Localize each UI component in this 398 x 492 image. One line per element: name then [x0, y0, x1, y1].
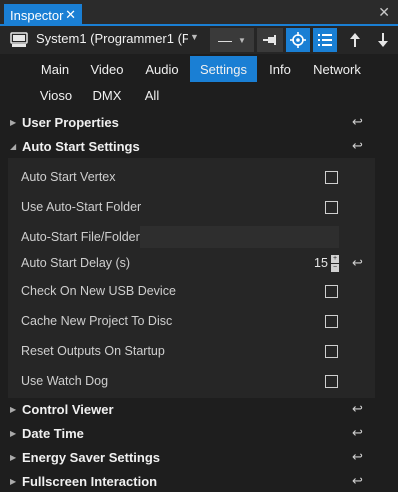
expand-icon: ▶ — [10, 428, 17, 438]
check-usb-checkbox[interactable] — [325, 285, 338, 298]
tab-vioso[interactable]: Vioso — [28, 82, 84, 108]
row-auto-start-vertex: Auto Start Vertex — [0, 166, 380, 190]
tab-all[interactable]: All — [132, 82, 172, 108]
section-title: User Properties — [22, 114, 119, 130]
inspector-tab-label: Inspector — [10, 7, 64, 23]
section-date-time[interactable]: ▶ Date Time ↩ — [0, 421, 380, 445]
settings-panel: ▶ User Properties ↩ ◢ Auto Start Setting… — [0, 110, 398, 492]
tab-network[interactable]: Network — [306, 56, 368, 82]
collapse-icon: ◢ — [10, 141, 17, 151]
section-title: Energy Saver Settings — [22, 449, 160, 465]
reset-icon[interactable]: ↩ — [352, 425, 363, 441]
tab-dmx[interactable]: DMX — [84, 82, 130, 108]
auto-start-file-input[interactable] — [140, 226, 339, 248]
row-use-auto-start-folder: Use Auto-Start Folder — [0, 196, 380, 220]
list-icon — [318, 34, 332, 46]
locate-button[interactable] — [286, 28, 310, 52]
move-up-button[interactable] — [344, 28, 366, 52]
field-label: Auto Start Vertex — [21, 170, 116, 184]
row-watch-dog: Use Watch Dog — [0, 370, 380, 394]
device-dropdown-icon[interactable]: ▼ — [190, 32, 199, 42]
field-label: Use Watch Dog — [21, 374, 109, 388]
minus-label: — — [218, 32, 233, 48]
expand-icon: ▶ — [10, 404, 17, 414]
expand-icon: ▶ — [10, 452, 17, 462]
tab-video[interactable]: Video — [82, 56, 132, 82]
row-check-usb: Check On New USB Device — [0, 280, 380, 304]
toolbar: System1 (Programmer1 (PM ▼ — ▼ — [0, 26, 398, 54]
row-reset-outputs: Reset Outputs On Startup — [0, 340, 380, 364]
stepper-up-icon[interactable]: + — [331, 255, 339, 263]
section-title: Control Viewer — [22, 401, 114, 417]
field-label: Use Auto-Start Folder — [21, 200, 142, 214]
section-title: Date Time — [22, 425, 84, 441]
remove-button[interactable]: — ▼ — [210, 28, 254, 52]
title-bar: Inspector ✕ ✕ — [0, 0, 398, 26]
computer-icon — [10, 32, 28, 47]
arrow-up-icon — [350, 33, 360, 47]
stepper-down-icon[interactable]: − — [331, 264, 339, 272]
section-title: Fullscreen Interaction — [22, 473, 158, 489]
pin-icon — [263, 35, 276, 45]
watch-dog-checkbox[interactable] — [325, 375, 338, 388]
field-label: Check On New USB Device — [21, 284, 176, 298]
chevron-down-icon: ▼ — [238, 35, 246, 45]
delay-stepper[interactable]: + − — [331, 255, 339, 272]
tab-audio[interactable]: Audio — [136, 56, 188, 82]
field-label: Auto Start Delay (s) — [21, 256, 131, 270]
field-label: Auto-Start File/Folder — [21, 230, 140, 244]
tab-main[interactable]: Main — [28, 56, 82, 82]
reset-icon[interactable]: ↩ — [352, 255, 363, 271]
inspector-tab[interactable]: Inspector ✕ — [4, 4, 82, 26]
reset-icon[interactable]: ↩ — [352, 401, 363, 417]
expand-icon: ▶ — [10, 117, 17, 127]
list-view-button[interactable] — [313, 28, 337, 52]
move-down-button[interactable] — [372, 28, 394, 52]
auto-start-delay-value[interactable]: 15 — [314, 256, 328, 270]
section-user-properties[interactable]: ▶ User Properties ↩ — [0, 110, 380, 134]
section-fullscreen[interactable]: ▶ Fullscreen Interaction ↩ — [0, 469, 380, 492]
device-selector[interactable]: System1 (Programmer1 (PM — [36, 31, 188, 46]
tab-info[interactable]: Info — [259, 56, 301, 82]
section-control-viewer[interactable]: ▶ Control Viewer ↩ — [0, 397, 380, 421]
section-energy-saver[interactable]: ▶ Energy Saver Settings ↩ — [0, 445, 380, 469]
arrow-down-icon — [378, 33, 388, 47]
row-cache-project: Cache New Project To Disc — [0, 310, 380, 334]
cache-project-checkbox[interactable] — [325, 315, 338, 328]
section-auto-start[interactable]: ◢ Auto Start Settings ↩ — [0, 134, 380, 158]
reset-icon[interactable]: ↩ — [352, 473, 363, 489]
expand-icon: ▶ — [10, 476, 17, 486]
inspector-tabs: Main Video Audio Settings Info Network V… — [0, 56, 398, 110]
tab-close-icon[interactable]: ✕ — [65, 7, 76, 23]
field-label: Cache New Project To Disc — [21, 314, 173, 328]
pin-button[interactable] — [257, 28, 283, 52]
reset-icon[interactable]: ↩ — [352, 449, 363, 465]
use-auto-start-folder-checkbox[interactable] — [325, 201, 338, 214]
row-auto-start-file: Auto-Start File/Folder — [0, 226, 380, 250]
panel-close-icon[interactable]: ✕ — [378, 4, 390, 21]
row-auto-start-delay: Auto Start Delay (s) 15 + − ↩ — [0, 252, 380, 276]
reset-outputs-checkbox[interactable] — [325, 345, 338, 358]
target-icon — [290, 32, 306, 48]
field-label: Reset Outputs On Startup — [21, 344, 165, 358]
auto-start-vertex-checkbox[interactable] — [325, 171, 338, 184]
reset-icon[interactable]: ↩ — [352, 138, 363, 154]
section-title: Auto Start Settings — [22, 138, 140, 154]
reset-icon[interactable]: ↩ — [352, 114, 363, 130]
tab-settings[interactable]: Settings — [190, 56, 257, 82]
